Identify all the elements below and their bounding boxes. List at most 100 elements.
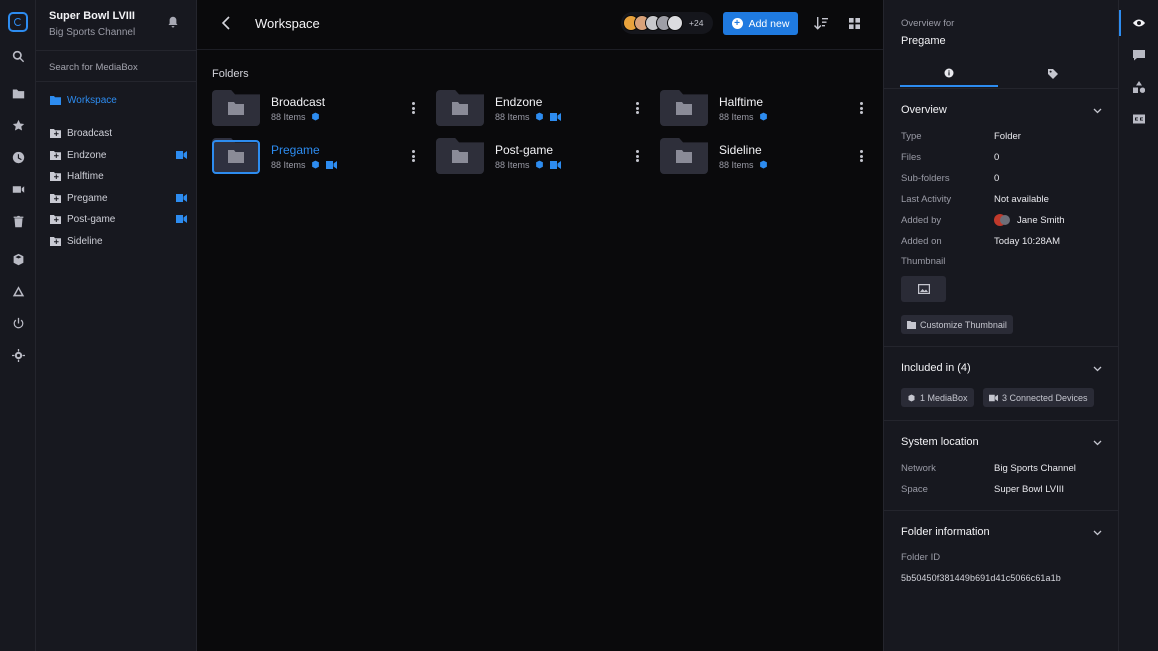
sidebar-item-endzone[interactable]: Endzone bbox=[50, 146, 190, 164]
more-options-icon[interactable] bbox=[860, 102, 864, 116]
folder-image-icon bbox=[907, 320, 916, 329]
overview-key: Added on bbox=[901, 236, 942, 247]
connected-devices-chip-label: 3 Connected Devices bbox=[1002, 392, 1088, 403]
chevron-down-icon[interactable] bbox=[1093, 366, 1102, 372]
folder-id-label: Folder ID bbox=[901, 552, 941, 563]
more-options-icon[interactable] bbox=[636, 150, 640, 164]
cube-icon[interactable] bbox=[10, 251, 26, 267]
folder-plus-icon bbox=[50, 128, 61, 138]
overview-key: Last Activity bbox=[901, 194, 952, 205]
folder-meta: 88 Items bbox=[719, 112, 769, 122]
shapes-icon[interactable] bbox=[1133, 81, 1145, 93]
folder-item-count: 88 Items bbox=[719, 160, 754, 170]
top-bar: Workspace +24 + Add new bbox=[197, 0, 883, 50]
sidebar-item-sideline[interactable]: Sideline bbox=[50, 232, 190, 250]
sidebar-item-pregame[interactable]: Pregame bbox=[50, 189, 190, 207]
folder-id-value[interactable]: 5b50450f381449b691d41c5066c61a1b bbox=[901, 573, 1061, 583]
mediabox-chip[interactable]: 1 MediaBox bbox=[901, 388, 974, 407]
customize-thumbnail-button[interactable]: Customize Thumbnail bbox=[901, 315, 1013, 334]
main-content: Workspace +24 + Add new Folders Broadcas… bbox=[197, 0, 883, 651]
grid-view-icon[interactable] bbox=[849, 18, 861, 30]
sidebar-item-label: Endzone bbox=[67, 149, 107, 161]
mediabox-icon bbox=[759, 160, 769, 170]
eye-icon[interactable] bbox=[1133, 17, 1145, 29]
tab-info[interactable] bbox=[900, 60, 998, 87]
folder-card-endzone[interactable]: Endzone 88 Items bbox=[436, 90, 646, 128]
folder-plus-icon bbox=[50, 193, 61, 203]
sidebar-item-label: Pregame bbox=[67, 192, 108, 204]
bell-icon[interactable] bbox=[167, 16, 179, 28]
sidebar-item-halftime[interactable]: Halftime bbox=[50, 167, 190, 185]
comment-icon[interactable] bbox=[1133, 49, 1145, 61]
app-logo-icon[interactable] bbox=[8, 12, 28, 32]
add-new-button[interactable]: + Add new bbox=[723, 12, 798, 35]
more-options-icon[interactable] bbox=[412, 102, 416, 116]
folder-item-count: 88 Items bbox=[719, 112, 754, 122]
folder-name: Halftime bbox=[719, 95, 764, 109]
camera-icon[interactable] bbox=[10, 181, 26, 197]
folder-icon[interactable] bbox=[10, 85, 26, 101]
folder-plus-icon bbox=[50, 236, 61, 246]
workspace-name[interactable]: Super Bowl LVIII bbox=[49, 10, 135, 22]
included-section-title: Included in (4) bbox=[901, 362, 971, 374]
overview-value: Not available bbox=[994, 194, 1049, 205]
power-icon[interactable] bbox=[10, 315, 26, 331]
chevron-down-icon[interactable] bbox=[1093, 440, 1102, 446]
triangle-icon[interactable] bbox=[10, 283, 26, 299]
folder-card-halftime[interactable]: Halftime 88 Items bbox=[660, 90, 870, 128]
overview-key: Type bbox=[901, 131, 922, 142]
folder-meta: 88 Items bbox=[271, 160, 337, 170]
clock-icon[interactable] bbox=[10, 149, 26, 165]
star-icon[interactable] bbox=[10, 117, 26, 133]
thumbnail-label: Thumbnail bbox=[901, 256, 946, 267]
workspace-channel: Big Sports Channel bbox=[49, 27, 136, 38]
sidebar-item-broadcast[interactable]: Broadcast bbox=[50, 124, 190, 142]
mediabox-search[interactable]: Search for MediaBox bbox=[36, 50, 196, 82]
collaborator-avatars[interactable]: +24 bbox=[621, 12, 713, 34]
overview-value: 0 bbox=[994, 152, 1000, 163]
more-options-icon[interactable] bbox=[636, 102, 640, 116]
sidebar-item-label: Broadcast bbox=[67, 127, 113, 139]
right-rail bbox=[1118, 0, 1158, 651]
chevron-down-icon[interactable] bbox=[1093, 530, 1102, 536]
info-icon bbox=[944, 68, 954, 77]
mediabox-icon bbox=[535, 112, 545, 122]
overview-key: Files bbox=[901, 152, 922, 163]
chevron-down-icon[interactable] bbox=[1093, 108, 1102, 114]
connected-devices-chip[interactable]: 3 Connected Devices bbox=[983, 388, 1094, 407]
thumbnail-preview[interactable] bbox=[901, 276, 946, 302]
caption-icon[interactable] bbox=[1133, 113, 1145, 125]
folder-plus-icon bbox=[50, 171, 61, 181]
folder-card-post-game[interactable]: Post-game 88 Items bbox=[436, 138, 646, 176]
folder-name: Sideline bbox=[719, 143, 762, 157]
more-options-icon[interactable] bbox=[412, 150, 416, 164]
sort-icon[interactable] bbox=[814, 17, 828, 30]
folder-plus-icon bbox=[50, 150, 61, 160]
camera-icon bbox=[989, 394, 998, 401]
folder-card-broadcast[interactable]: Broadcast 88 Items bbox=[212, 90, 422, 128]
mediabox-chip-label: 1 MediaBox bbox=[920, 392, 968, 403]
sidebar-item-workspace[interactable]: Workspace bbox=[50, 91, 190, 109]
selected-item-name: Pregame bbox=[901, 35, 946, 47]
target-icon[interactable] bbox=[10, 347, 26, 363]
camera-icon bbox=[549, 161, 561, 169]
folder-meta: 88 Items bbox=[719, 160, 769, 170]
folder-icon bbox=[212, 138, 260, 174]
plus-icon: + bbox=[731, 18, 743, 29]
folders-heading: Folders bbox=[212, 68, 249, 80]
folder-card-sideline[interactable]: Sideline 88 Items bbox=[660, 138, 870, 176]
tab-tags[interactable] bbox=[1004, 60, 1102, 87]
system-key: Network bbox=[901, 463, 936, 474]
folder-card-pregame[interactable]: Pregame 88 Items bbox=[212, 138, 422, 176]
sidebar-item-post-game[interactable]: Post-game bbox=[50, 210, 190, 228]
trash-icon[interactable] bbox=[10, 213, 26, 229]
sidebar: Super Bowl LVIII Big Sports Channel Sear… bbox=[36, 0, 197, 651]
folder-icon bbox=[436, 90, 484, 126]
search-icon[interactable] bbox=[10, 48, 26, 64]
sidebar-item-label: Post-game bbox=[67, 213, 116, 225]
folder-icon bbox=[436, 138, 484, 174]
cube-icon bbox=[908, 394, 915, 401]
more-options-icon[interactable] bbox=[860, 150, 864, 164]
folder-information-title: Folder information bbox=[901, 526, 990, 538]
back-arrow-icon[interactable] bbox=[221, 16, 233, 32]
